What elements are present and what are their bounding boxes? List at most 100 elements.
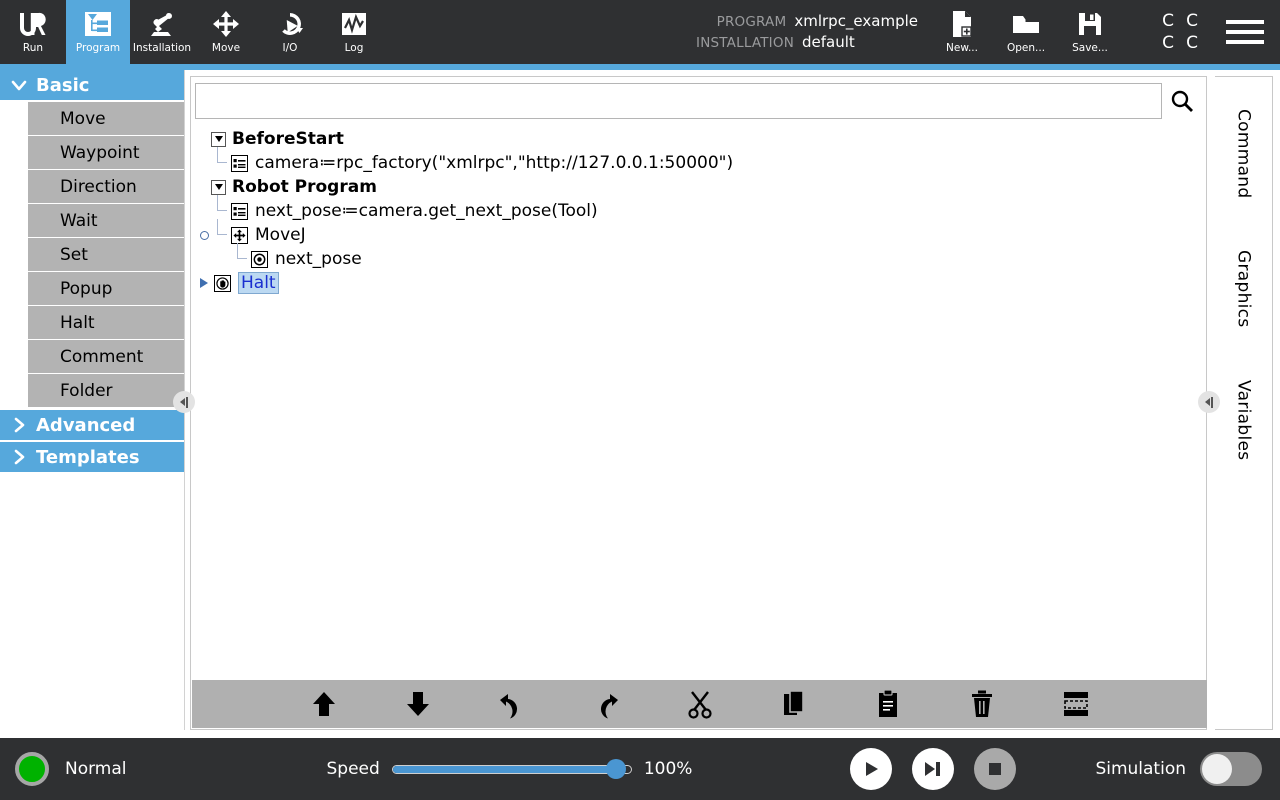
script-assignment-icon — [231, 154, 248, 172]
sidebar-group-templates[interactable]: Templates — [0, 442, 184, 472]
robot-arm-icon — [146, 7, 178, 41]
sidebar-item-set-label: Set — [60, 244, 88, 265]
sidebar-item-waypoint-label: Waypoint — [60, 142, 140, 163]
speed-value: 100% — [643, 759, 693, 779]
tree-leaf-label: next_pose — [275, 249, 362, 269]
language-cc-indicator[interactable]: C C C C — [1156, 10, 1204, 54]
cc-cell-3: C — [1162, 33, 1174, 53]
sidebar-item-halt[interactable]: Halt — [28, 306, 184, 340]
installation-row: INSTALLATION default — [696, 32, 918, 53]
main-tab-bar: Run Program Installation Move I/O Log — [0, 0, 386, 64]
robot-status-led — [15, 752, 49, 786]
handle-triangle — [180, 398, 185, 406]
suppress-button[interactable] — [1054, 684, 1098, 724]
tree-row-next-pose-assign[interactable]: next_pose≔camera.get_next_pose(Tool) — [197, 195, 1206, 223]
pin-icon — [197, 230, 211, 240]
speed-slider[interactable] — [391, 759, 632, 779]
sidebar-item-move[interactable]: Move — [28, 102, 184, 136]
chevron-right-icon — [10, 416, 28, 434]
search-icon[interactable] — [1162, 82, 1202, 119]
halt-hand-icon — [214, 274, 231, 292]
redo-button[interactable] — [584, 684, 628, 724]
robot-status-label: Normal — [65, 759, 127, 779]
io-gauge-icon — [274, 7, 306, 41]
collapse-right-handle-icon[interactable] — [1198, 391, 1220, 413]
sidebar-item-folder-label: Folder — [60, 380, 113, 401]
sidebar-item-folder[interactable]: Folder — [28, 374, 184, 408]
sidebar-item-waypoint[interactable]: Waypoint — [28, 136, 184, 170]
tree-row-halt[interactable]: Halt — [197, 271, 1206, 295]
sidebar-item-popup[interactable]: Popup — [28, 272, 184, 306]
save-program-button[interactable]: Save... — [1058, 0, 1122, 64]
handle-triangle — [1205, 398, 1210, 406]
paste-button[interactable] — [866, 684, 910, 724]
hamburger-menu-icon[interactable] — [1226, 20, 1264, 44]
copy-button[interactable] — [772, 684, 816, 724]
header-accent-rule — [0, 64, 1280, 70]
tab-run-label: Run — [22, 42, 44, 54]
toggle-knob — [1202, 754, 1232, 784]
play-button[interactable] — [850, 748, 893, 790]
sidebar-group-basic-label: Basic — [36, 74, 90, 96]
sidebar-item-comment[interactable]: Comment — [28, 340, 184, 374]
right-tab-strip: Command Graphics Variables — [1215, 76, 1273, 730]
program-info-area: PROGRAM xmlrpc_example INSTALLATION defa… — [386, 0, 1130, 64]
sidebar-item-direction[interactable]: Direction — [28, 170, 184, 204]
command-palette-sidebar: Basic Move Waypoint Direction Wait Set P… — [0, 70, 185, 730]
tab-variables[interactable]: Variables — [1234, 374, 1254, 466]
sidebar-group-advanced-label: Advanced — [36, 414, 136, 436]
handle-bar — [1211, 396, 1213, 408]
stop-button[interactable] — [974, 748, 1017, 790]
tab-run[interactable]: Run — [0, 0, 66, 64]
open-program-button[interactable]: Open... — [994, 0, 1058, 64]
triangle-down-icon[interactable] — [211, 131, 226, 147]
tab-graphics[interactable]: Graphics — [1234, 244, 1254, 333]
tab-log[interactable]: Log — [322, 0, 386, 64]
program-edit-toolbar — [192, 680, 1207, 728]
simulation-toggle[interactable] — [1200, 752, 1262, 786]
tree-row-camera-assign[interactable]: camera≔rpc_factory("xmlrpc","http://127.… — [197, 147, 1206, 175]
tab-io[interactable]: I/O — [258, 0, 322, 64]
script-assignment-icon — [231, 202, 248, 220]
move-arrows-icon — [231, 226, 248, 244]
tab-move[interactable]: Move — [194, 0, 258, 64]
triangle-down-icon[interactable] — [211, 179, 226, 195]
tree-elbow — [231, 243, 251, 271]
undo-button[interactable] — [490, 684, 534, 724]
save-program-label: Save... — [1072, 42, 1108, 54]
sidebar-item-set[interactable]: Set — [28, 238, 184, 272]
tab-command[interactable]: Command — [1234, 103, 1254, 204]
move-arrows-icon — [211, 7, 241, 41]
tree-row-before-start[interactable]: BeforeStart — [197, 127, 1206, 151]
sidebar-item-wait[interactable]: Wait — [28, 204, 184, 238]
tree-row-waypoint-next-pose[interactable]: next_pose — [197, 243, 1206, 271]
program-info: PROGRAM xmlrpc_example INSTALLATION defa… — [696, 11, 918, 53]
playback-controls — [850, 748, 1017, 790]
program-name-value: xmlrpc_example — [794, 12, 918, 30]
tree-node-label: BeforeStart — [232, 129, 344, 149]
slider-thumb[interactable] — [605, 759, 626, 779]
delete-button[interactable] — [960, 684, 1004, 724]
search-input[interactable] — [195, 82, 1162, 119]
tab-installation[interactable]: Installation — [130, 0, 194, 64]
file-actions: New... Open... Save... — [930, 0, 1122, 64]
save-floppy-icon — [1076, 7, 1104, 41]
new-file-icon — [949, 7, 975, 41]
tree-row-robot-program[interactable]: Robot Program — [197, 175, 1206, 199]
tab-log-label: Log — [344, 42, 364, 54]
sidebar-item-wait-label: Wait — [60, 210, 98, 231]
step-button[interactable] — [912, 748, 955, 790]
tab-program[interactable]: Program — [66, 0, 130, 64]
tree-row-movej[interactable]: MoveJ — [197, 219, 1206, 247]
program-tree: BeforeStart camera≔rpc_factory("xmlrpc",… — [191, 123, 1206, 295]
tree-leaf-label: next_pose≔camera.get_next_pose(Tool) — [255, 201, 598, 221]
new-program-button[interactable]: New... — [930, 0, 994, 64]
move-down-button[interactable] — [396, 684, 440, 724]
tree-leaf-label: camera≔rpc_factory("xmlrpc","http://127.… — [255, 153, 734, 173]
sidebar-group-basic[interactable]: Basic — [0, 70, 184, 100]
sidebar-group-advanced[interactable]: Advanced — [0, 410, 184, 440]
collapse-left-handle-icon[interactable] — [173, 391, 195, 413]
open-folder-icon — [1011, 7, 1041, 41]
cut-button[interactable] — [678, 684, 722, 724]
move-up-button[interactable] — [302, 684, 346, 724]
